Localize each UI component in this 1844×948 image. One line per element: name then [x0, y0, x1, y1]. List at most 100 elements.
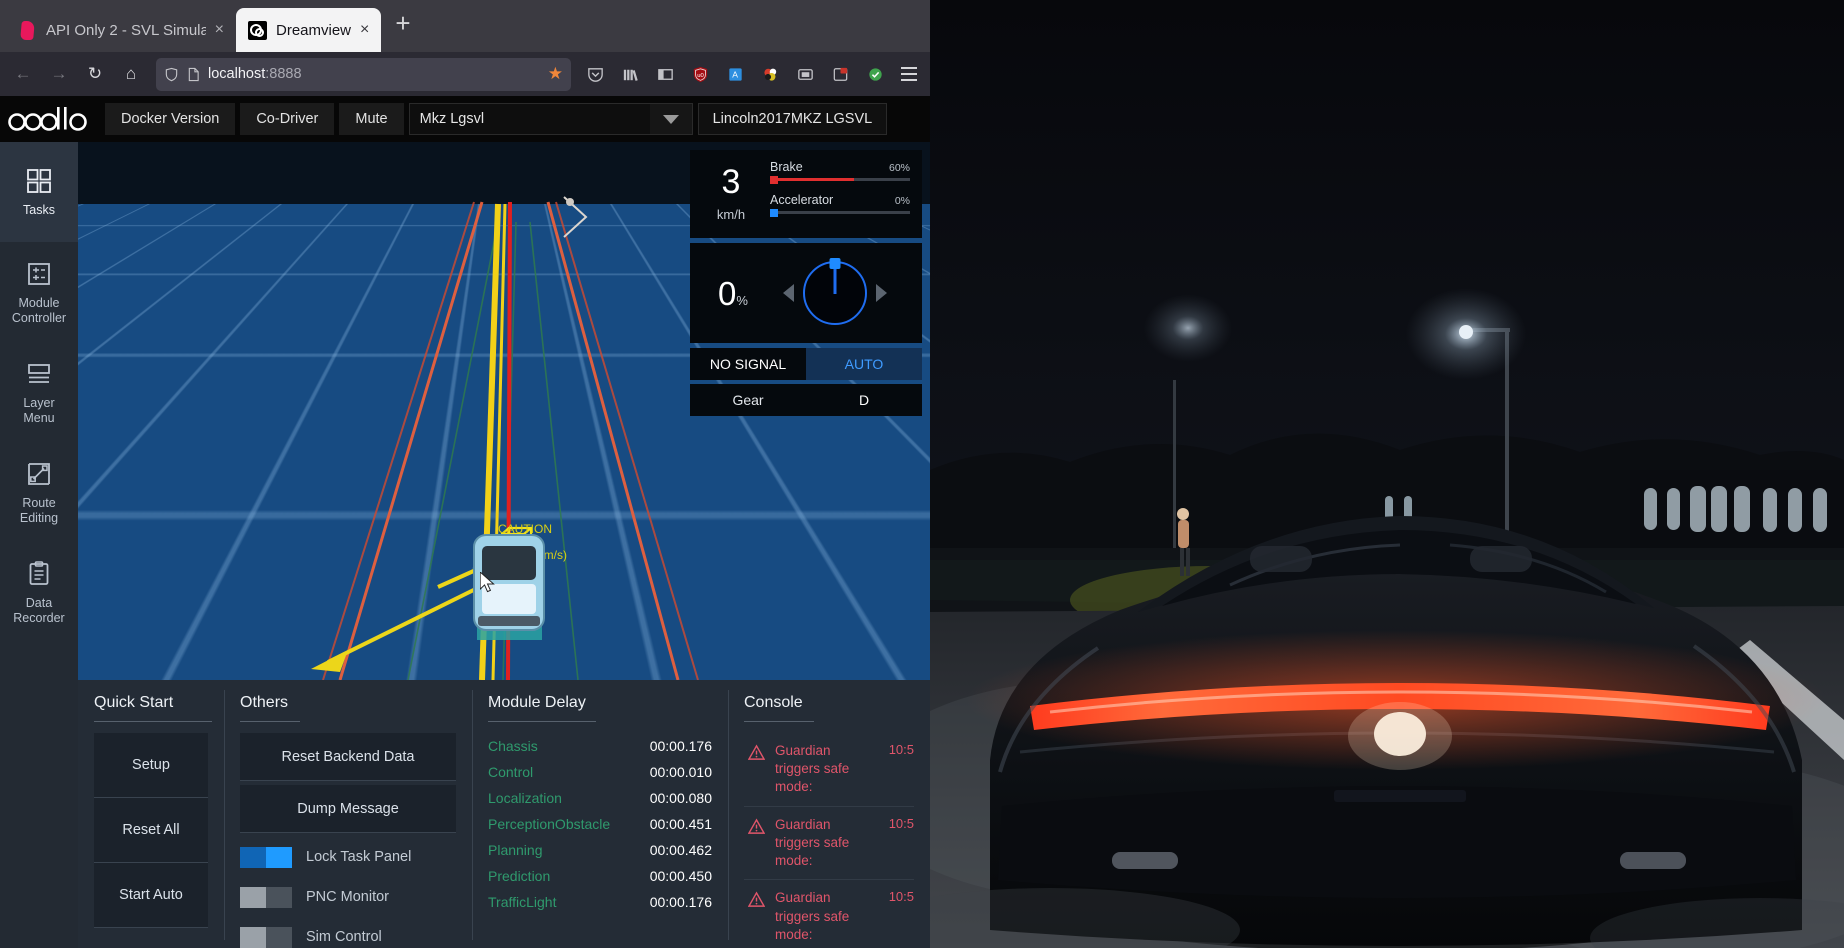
- sidebar-item-tasks[interactable]: Tasks: [0, 142, 78, 242]
- layer-menu-icon: [24, 359, 54, 389]
- module-delay-value: 00:00.080: [649, 790, 712, 806]
- docker-version-button[interactable]: Docker Version: [105, 103, 236, 135]
- shield-icon[interactable]: [164, 67, 179, 82]
- speed-unit: km/h: [716, 206, 746, 222]
- module-delay-value: 00:00.010: [649, 764, 712, 780]
- page-icon[interactable]: [187, 67, 200, 82]
- ublock-icon[interactable]: u0: [684, 58, 717, 90]
- pocket-icon[interactable]: [579, 58, 612, 90]
- divider: [744, 721, 814, 722]
- pedal-meters: Brake 60% Accelerator 0%: [770, 160, 910, 226]
- others-column: Others Reset Backend Data Dump Message L…: [224, 680, 472, 948]
- module-delay-name: TrafficLight: [488, 894, 557, 910]
- reset-backend-data-button[interactable]: Reset Backend Data: [240, 733, 456, 781]
- brake-value: 60%: [888, 162, 910, 174]
- new-tab-button[interactable]: +: [381, 10, 424, 42]
- module-delay-row: Localization 00:00.080: [488, 785, 712, 811]
- dreamview-header: Docker Version Co-Driver Mute Mkz Lgsvl …: [0, 96, 930, 142]
- address-bar[interactable]: localhost:8888 ★: [156, 57, 571, 91]
- tab-title: API Only 2 - SVL Simulato: [46, 21, 206, 39]
- module-delay-row: TrafficLight 00:00.176: [488, 889, 712, 915]
- console-message: Guardian triggers safe mode:: [775, 743, 850, 795]
- simulation-3d-view[interactable]: CAUTION 1 (12.4m, 3.2m/s): [78, 142, 930, 680]
- throttle-value: 0: [718, 274, 737, 312]
- warning-icon: [748, 818, 765, 834]
- adblock-icon[interactable]: A: [719, 58, 752, 90]
- screenshot-icon[interactable]: [789, 58, 822, 90]
- chevron-down-icon[interactable]: [649, 104, 692, 134]
- gear-value: D: [858, 392, 870, 408]
- sim-control-row[interactable]: Sim Control: [240, 917, 456, 948]
- reset-all-button[interactable]: Reset All: [94, 798, 208, 863]
- container-icon[interactable]: [824, 58, 857, 90]
- console-row: Guardian triggers safe mode: 10:5: [744, 880, 914, 948]
- steering-card: 0%: [690, 243, 922, 343]
- accelerator-label: Accelerator: [770, 193, 834, 207]
- sim-control-toggle[interactable]: [240, 926, 292, 948]
- sidebar-item-module-controller[interactable]: Module Controller: [0, 242, 78, 342]
- console-message: Guardian triggers safe mode:: [775, 816, 850, 869]
- module-delay-name: Planning: [488, 842, 543, 858]
- others-title: Others: [240, 694, 289, 711]
- url-port: :8888: [265, 66, 302, 82]
- menu-icon[interactable]: [894, 58, 924, 90]
- home-icon[interactable]: ⌂: [114, 58, 148, 90]
- vehicle-select[interactable]: Lincoln2017MKZ LGSVL: [697, 103, 888, 135]
- percent-symbol: %: [736, 292, 748, 308]
- co-driver-button[interactable]: Co-Driver: [240, 103, 335, 135]
- close-icon[interactable]: ×: [360, 22, 369, 38]
- library-icon[interactable]: [614, 58, 647, 90]
- sidebar-icon[interactable]: [649, 58, 682, 90]
- dreamview-app: Docker Version Co-Driver Mute Mkz Lgsvl …: [0, 96, 930, 948]
- svg-text:CAUTION: CAUTION: [498, 522, 552, 536]
- dashboard-panel: 3 km/h Brake 60% Accelerator 0% 0% NO SI…: [690, 150, 922, 416]
- quick-start-title: Quick Start: [94, 694, 174, 711]
- url-host: localhost: [208, 66, 266, 82]
- module-delay-name: Control: [488, 764, 534, 780]
- module-delay-column: Module Delay Chassis 00:00.176 Control 00:0…: [472, 680, 728, 948]
- module-delay-list: Chassis 00:00.176 Control 00:00.010 Localiza…: [488, 733, 712, 915]
- quick-start-column: Quick Start Setup Reset All Start Auto: [78, 680, 224, 948]
- url-text: localhost:8888: [208, 66, 302, 82]
- colorpicker-icon[interactable]: [754, 58, 787, 90]
- mode-select[interactable]: Mkz Lgsvl: [408, 103, 693, 135]
- simulator-camera-view[interactable]: [930, 0, 1844, 948]
- accelerator-value: 0%: [894, 195, 910, 207]
- pnc-monitor-toggle[interactable]: [240, 886, 292, 908]
- forward-icon[interactable]: →: [42, 58, 76, 90]
- divider: [240, 721, 300, 722]
- svg-text:u0: u0: [697, 72, 704, 78]
- module-delay-value: 00:00.176: [649, 894, 712, 910]
- shield-green-icon[interactable]: [859, 58, 892, 90]
- console-column: Console Guardian triggers safe mode: 10:5…: [728, 680, 930, 948]
- setup-button[interactable]: Setup: [94, 733, 208, 798]
- dump-message-button[interactable]: Dump Message: [240, 785, 456, 833]
- brake-row: Brake 60%: [770, 160, 910, 174]
- start-auto-button[interactable]: Start Auto: [94, 863, 208, 928]
- apollo-logo-icon: [4, 96, 100, 142]
- browser-tab-dreamview[interactable]: Dreamview ×: [236, 8, 382, 52]
- reload-icon[interactable]: ↻: [78, 58, 112, 90]
- browser-tab-svl-simulator[interactable]: API Only 2 - SVL Simulato ×: [6, 8, 236, 52]
- lock-task-panel-toggle[interactable]: [240, 846, 292, 868]
- steer-left-icon[interactable]: [783, 284, 794, 302]
- sidebar-item-layer-menu[interactable]: Layer Menu: [0, 342, 78, 442]
- close-icon[interactable]: ×: [215, 22, 224, 38]
- divider: [488, 721, 596, 722]
- sidebar-item-data-recorder[interactable]: Data Recorder: [0, 542, 78, 642]
- tab-strip: API Only 2 - SVL Simulato × Dreamview × …: [0, 0, 930, 52]
- navigation-toolbar: ← → ↻ ⌂ localhost:8888 ★ u0 A: [0, 52, 930, 96]
- bookmark-star-icon[interactable]: ★: [548, 64, 563, 84]
- steer-right-icon[interactable]: [876, 284, 887, 302]
- sidebar-item-route-editing[interactable]: Route Editing: [0, 442, 78, 542]
- task-panel: Quick Start Setup Reset All Start Auto O…: [78, 680, 930, 948]
- night-driving-scene: [930, 0, 1844, 948]
- mute-button[interactable]: Mute: [339, 103, 404, 135]
- mouse-cursor: [480, 572, 495, 593]
- module-delay-name: Localization: [488, 790, 562, 806]
- warning-icon: [748, 744, 765, 760]
- console-row: Guardian triggers safe mode: 10:5: [744, 733, 914, 807]
- lock-task-panel-row[interactable]: Lock Task Panel: [240, 837, 456, 877]
- back-icon[interactable]: ←: [6, 58, 40, 90]
- pnc-monitor-row[interactable]: PNC Monitor: [240, 877, 456, 917]
